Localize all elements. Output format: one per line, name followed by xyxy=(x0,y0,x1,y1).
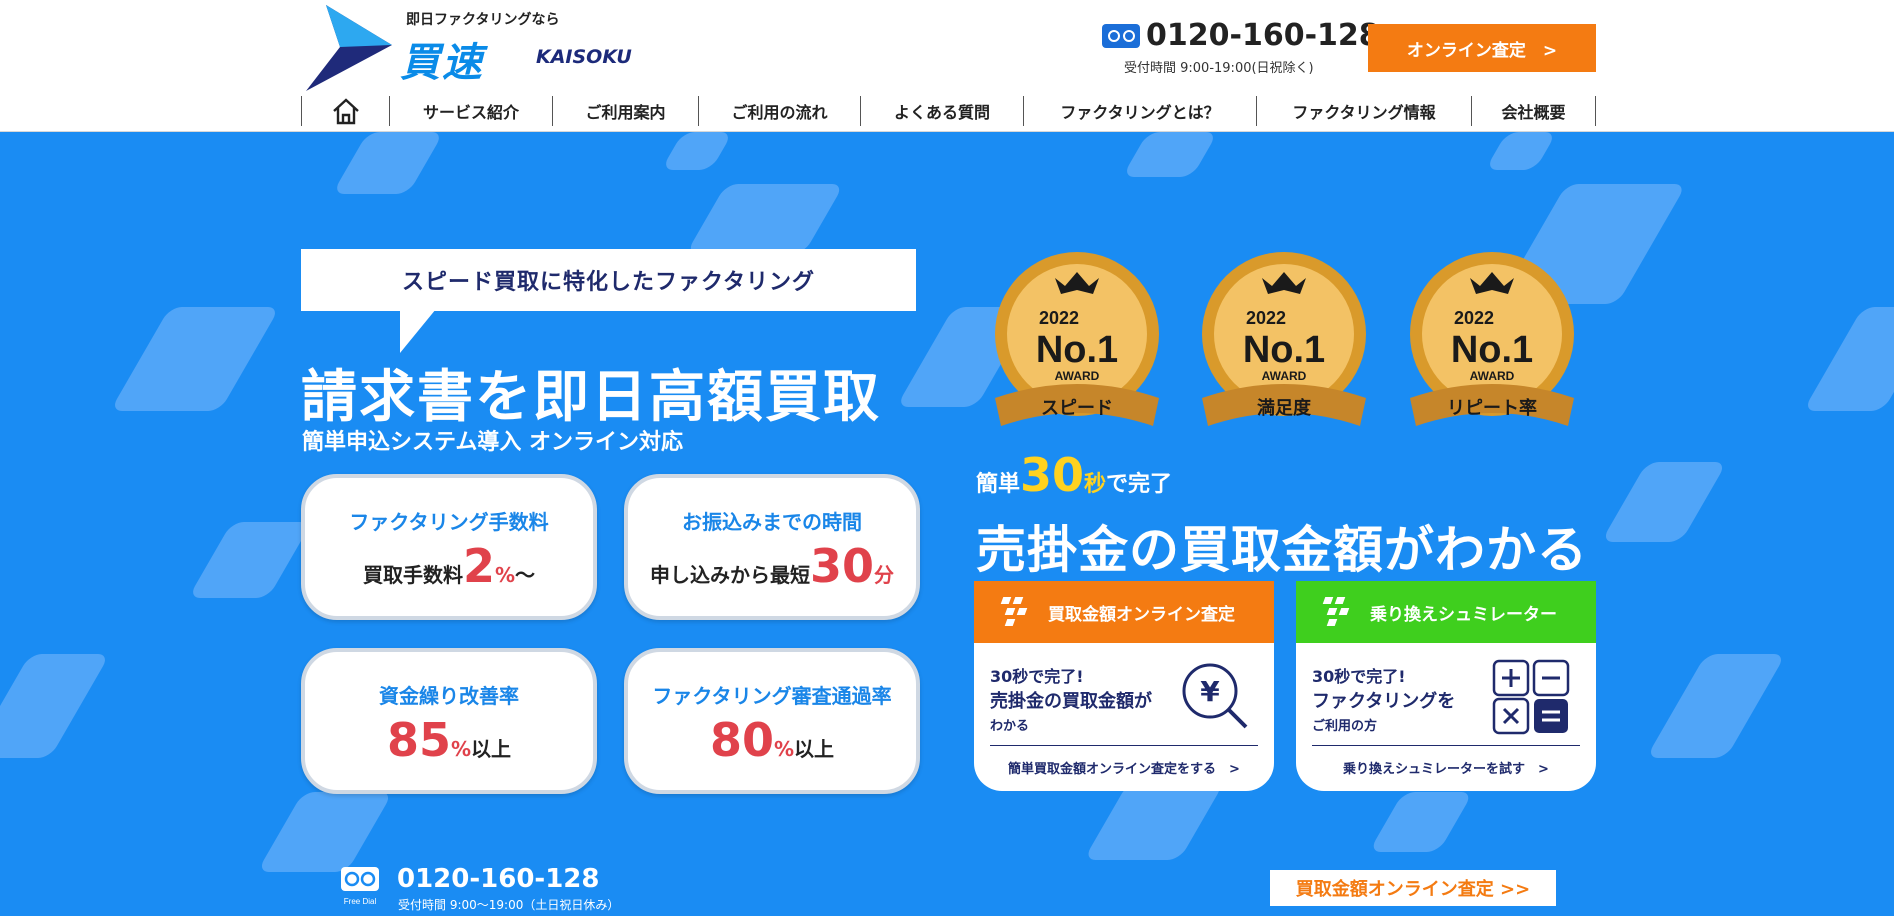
hero-subhead: 簡単申込システム導入 オンライン対応 xyxy=(302,430,684,455)
stat-value: 80 xyxy=(709,712,774,767)
checker-icon xyxy=(1000,597,1028,626)
card-header: 乗り換えシュミレーター xyxy=(1296,581,1596,643)
card-line-2: 売掛金の買取金額が xyxy=(990,691,1152,712)
stat-suffix: 〜 xyxy=(515,562,536,587)
checker-icon xyxy=(1322,597,1350,626)
card-title: 買取金額オンライン査定 xyxy=(1048,604,1235,625)
award-year: 2022 xyxy=(1246,308,1286,328)
stat-unit: % xyxy=(450,736,472,761)
promo-message: 売掛金の買取金額がわかる xyxy=(976,521,1588,579)
award-medal-repeat: 2022 No.1 AWARD リピート率 xyxy=(1410,252,1574,426)
stat-unit: 分 xyxy=(874,562,894,587)
online-assessment-card[interactable]: 買取金額オンライン査定 30秒で完了! 売掛金の買取金額が わかる ¥ 簡単買取… xyxy=(974,581,1274,791)
footer-phone[interactable]: 0120-160-128 xyxy=(397,864,600,894)
award-rank: No.1 xyxy=(1036,329,1118,371)
online-assessment-button[interactable]: オンライン査定 > xyxy=(1368,24,1596,72)
header-hours: 受付時間 9:00-19:00(日祝除く) xyxy=(1124,61,1314,76)
hero-tagline-bubble: スピード買取に特化したファクタリング xyxy=(301,249,916,311)
award-category: スピード xyxy=(1041,398,1113,419)
brand-logo-en[interactable]: KAISOKU xyxy=(536,46,632,68)
nav-item-faq[interactable]: よくある質問 xyxy=(860,96,1023,126)
card-line-1: 30秒で完了! xyxy=(990,667,1084,686)
footer-assessment-button[interactable]: 買取金額オンライン査定 >> xyxy=(1270,870,1556,906)
award-rank: No.1 xyxy=(1243,329,1325,371)
free-dial-label: Free Dial xyxy=(344,897,377,906)
free-dial-icon: Free Dial xyxy=(341,867,379,906)
stat-card-approval-rate: ファクタリング審査通過率 80% 以上 xyxy=(624,648,920,794)
stat-value: 30 xyxy=(809,538,874,593)
nav-home[interactable] xyxy=(301,96,389,126)
stat-suffix: 以上 xyxy=(471,736,512,761)
promo-suffix: で完了 xyxy=(1106,472,1173,497)
stat-suffix: 以上 xyxy=(794,736,835,761)
stat-card-fee: ファクタリング手数料 買取手数料 2% 〜 xyxy=(301,474,597,620)
award-medal-speed: 2022 No.1 AWARD スピード xyxy=(995,252,1159,426)
award-label: AWARD xyxy=(1470,369,1515,383)
award-category: 満足度 xyxy=(1257,397,1312,419)
stat-card-improvement-rate: 資金繰り改善率 85% 以上 xyxy=(301,648,597,794)
stat-unit: % xyxy=(494,562,516,587)
promo-sec: 秒 xyxy=(1084,472,1107,497)
nav-item-factoring-info[interactable]: ファクタリング情報 xyxy=(1256,96,1471,126)
stat-prefix: 買取手数料 xyxy=(362,562,463,587)
card-link[interactable]: 簡単買取金額オンライン査定をする > xyxy=(990,745,1258,777)
promo-prefix: 簡単 xyxy=(976,472,1021,497)
nav-item-guide[interactable]: ご利用案内 xyxy=(552,96,698,126)
hero-section: スピード買取に特化したファクタリング xyxy=(0,132,1894,916)
award-year: 2022 xyxy=(1454,308,1494,328)
promo-30sec: 簡単 30 秒で完了 xyxy=(976,452,1172,498)
award-year: 2022 xyxy=(1039,308,1079,328)
nav-item-company[interactable]: 会社概要 xyxy=(1471,96,1596,126)
nav-item-about-factoring[interactable]: ファクタリングとは？ xyxy=(1023,96,1256,126)
card-line-3: わかる xyxy=(990,719,1030,734)
card-line-2: ファクタリングを xyxy=(1312,691,1456,712)
stat-prefix: 申し込みから最短 xyxy=(649,562,810,587)
card-link[interactable]: 乗り換えシュミレーターを試す > xyxy=(1312,745,1580,777)
header-phone-number: 0120-160-128 xyxy=(1146,18,1380,53)
card-title: 乗り換えシュミレーター xyxy=(1370,604,1557,625)
card-header: 買取金額オンライン査定 xyxy=(974,581,1274,643)
main-nav: サービス紹介 ご利用案内 ご利用の流れ よくある質問 ファクタリングとは？ ファ… xyxy=(301,96,1596,126)
stat-value: 2 xyxy=(462,538,495,593)
nav-item-service[interactable]: サービス紹介 xyxy=(389,96,552,126)
stat-unit: % xyxy=(773,736,795,761)
svg-text:¥: ¥ xyxy=(1200,675,1220,708)
header-phone[interactable]: 0120-160-128 xyxy=(1102,18,1380,53)
stat-title: 資金繰り改善率 xyxy=(379,683,519,708)
stat-card-transfer-time: お振込みまでの時間 申し込みから最短 30 分 xyxy=(624,474,920,620)
tagline: 即日ファクタリングなら xyxy=(406,12,560,28)
calculator-icon xyxy=(1492,659,1570,735)
card-line-1: 30秒で完了! xyxy=(1312,667,1406,686)
award-medal-satisfaction: 2022 No.1 AWARD 満足度 xyxy=(1202,252,1366,426)
free-dial-icon xyxy=(1102,23,1140,48)
hero-headline: 請求書を即日高額買取 xyxy=(301,365,881,430)
logo-icon[interactable] xyxy=(300,5,392,91)
award-label: AWARD xyxy=(1262,369,1307,383)
stat-title: ファクタリング手数料 xyxy=(349,509,549,534)
simulator-card[interactable]: 乗り換えシュミレーター 30秒で完了! ファクタリングを ご利用の方 乗り換えシ… xyxy=(1296,581,1596,791)
site-header: 即日ファクタリングなら 買速 KAISOKU 0120-160-128 受付時間… xyxy=(0,0,1894,132)
award-category: リピート率 xyxy=(1447,397,1537,419)
promo-number: 30 xyxy=(1020,448,1085,502)
award-label: AWARD xyxy=(1055,369,1100,383)
stat-title: ファクタリング審査通過率 xyxy=(652,683,892,708)
brand-logo-text[interactable]: 買速 xyxy=(400,30,484,88)
footer-hours: 受付時間 9:00〜19:00（土日祝日休み） xyxy=(398,898,620,912)
stat-title: お振込みまでの時間 xyxy=(682,509,862,534)
stat-value: 85 xyxy=(386,712,451,767)
nav-item-flow[interactable]: ご利用の流れ xyxy=(698,96,860,126)
card-line-3: ご利用の方 xyxy=(1312,719,1378,734)
award-rank: No.1 xyxy=(1451,329,1533,371)
home-icon xyxy=(332,98,359,125)
yen-search-icon: ¥ xyxy=(1182,663,1248,729)
bubble-tail xyxy=(400,309,436,353)
